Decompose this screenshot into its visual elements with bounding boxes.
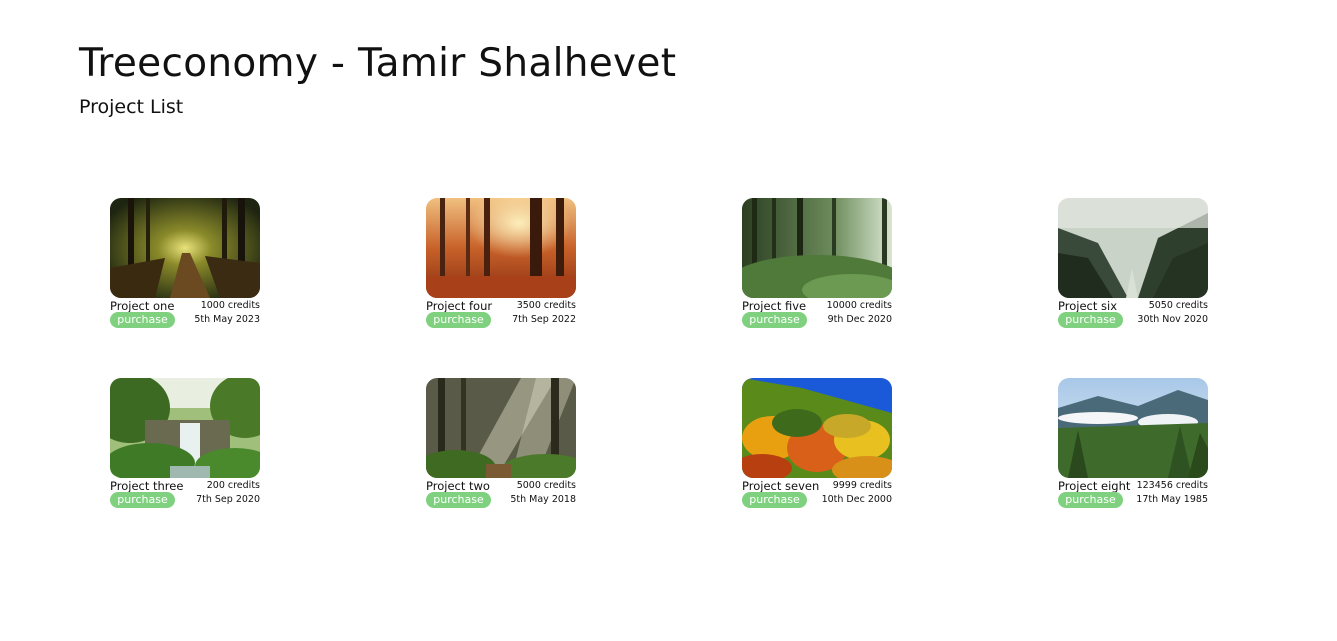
purchase-button[interactable]: purchase	[1058, 492, 1123, 508]
project-image-green-forest	[742, 198, 892, 298]
project-card[interactable]: Project four 3500 credits purchase 7th S…	[426, 198, 576, 328]
project-credits: 9999 credits	[832, 480, 892, 491]
project-name: Project eight	[1058, 479, 1131, 493]
project-name: Project four	[426, 299, 493, 313]
project-date: 7th Sep 2020	[196, 494, 260, 505]
project-image-misty-valley	[1058, 198, 1208, 298]
purchase-button[interactable]: purchase	[110, 492, 175, 508]
project-card[interactable]: Project five 10000 credits purchase 9th …	[742, 198, 892, 328]
project-date: 30th Nov 2020	[1137, 314, 1208, 325]
purchase-button[interactable]: purchase	[426, 312, 491, 328]
project-card[interactable]: Project three 200 credits purchase 7th S…	[110, 378, 260, 508]
project-name: Project seven	[742, 479, 820, 493]
project-card[interactable]: Project one 1000 credits purchase 5th Ma…	[110, 198, 260, 328]
project-card[interactable]: Project six 5050 credits purchase 30th N…	[1058, 198, 1208, 328]
project-credits: 200 credits	[206, 480, 260, 491]
purchase-button[interactable]: purchase	[742, 492, 807, 508]
project-image-autumn-hillside	[742, 378, 892, 478]
purchase-button[interactable]: purchase	[110, 312, 175, 328]
project-name: Project five	[742, 299, 807, 313]
project-name: Project six	[1058, 299, 1117, 313]
project-card[interactable]: Project eight 123456 credits purchase 17…	[1058, 378, 1208, 508]
project-image-forest-path	[110, 198, 260, 298]
project-name: Project three	[110, 479, 184, 493]
purchase-button[interactable]: purchase	[1058, 312, 1123, 328]
project-credits: 10000 credits	[826, 300, 892, 311]
project-date: 5th May 2023	[194, 314, 260, 325]
project-date: 9th Dec 2020	[827, 314, 892, 325]
project-credits: 5000 credits	[516, 480, 576, 491]
page-title: Treeconomy - Tamir Shalhevet	[79, 41, 677, 86]
project-date: 7th Sep 2022	[512, 314, 576, 325]
purchase-button[interactable]: purchase	[742, 312, 807, 328]
project-credits: 3500 credits	[516, 300, 576, 311]
project-card[interactable]: Project two 5000 credits purchase 5th Ma…	[426, 378, 576, 508]
page-subtitle: Project List	[79, 96, 184, 118]
project-credits: 123456 credits	[1136, 480, 1208, 491]
project-image-waterfall	[110, 378, 260, 478]
project-image-autumn-forest	[426, 198, 576, 298]
project-credits: 5050 credits	[1148, 300, 1208, 311]
project-name: Project two	[426, 479, 490, 493]
project-image-forest-beams	[426, 378, 576, 478]
project-image-misty-mountains	[1058, 378, 1208, 478]
project-date: 10th Dec 2000	[821, 494, 892, 505]
project-date: 5th May 2018	[510, 494, 576, 505]
project-date: 17th May 1985	[1136, 494, 1208, 505]
project-card[interactable]: Project seven 9999 credits purchase 10th…	[742, 378, 892, 508]
project-credits: 1000 credits	[200, 300, 260, 311]
purchase-button[interactable]: purchase	[426, 492, 491, 508]
project-name: Project one	[110, 299, 175, 313]
